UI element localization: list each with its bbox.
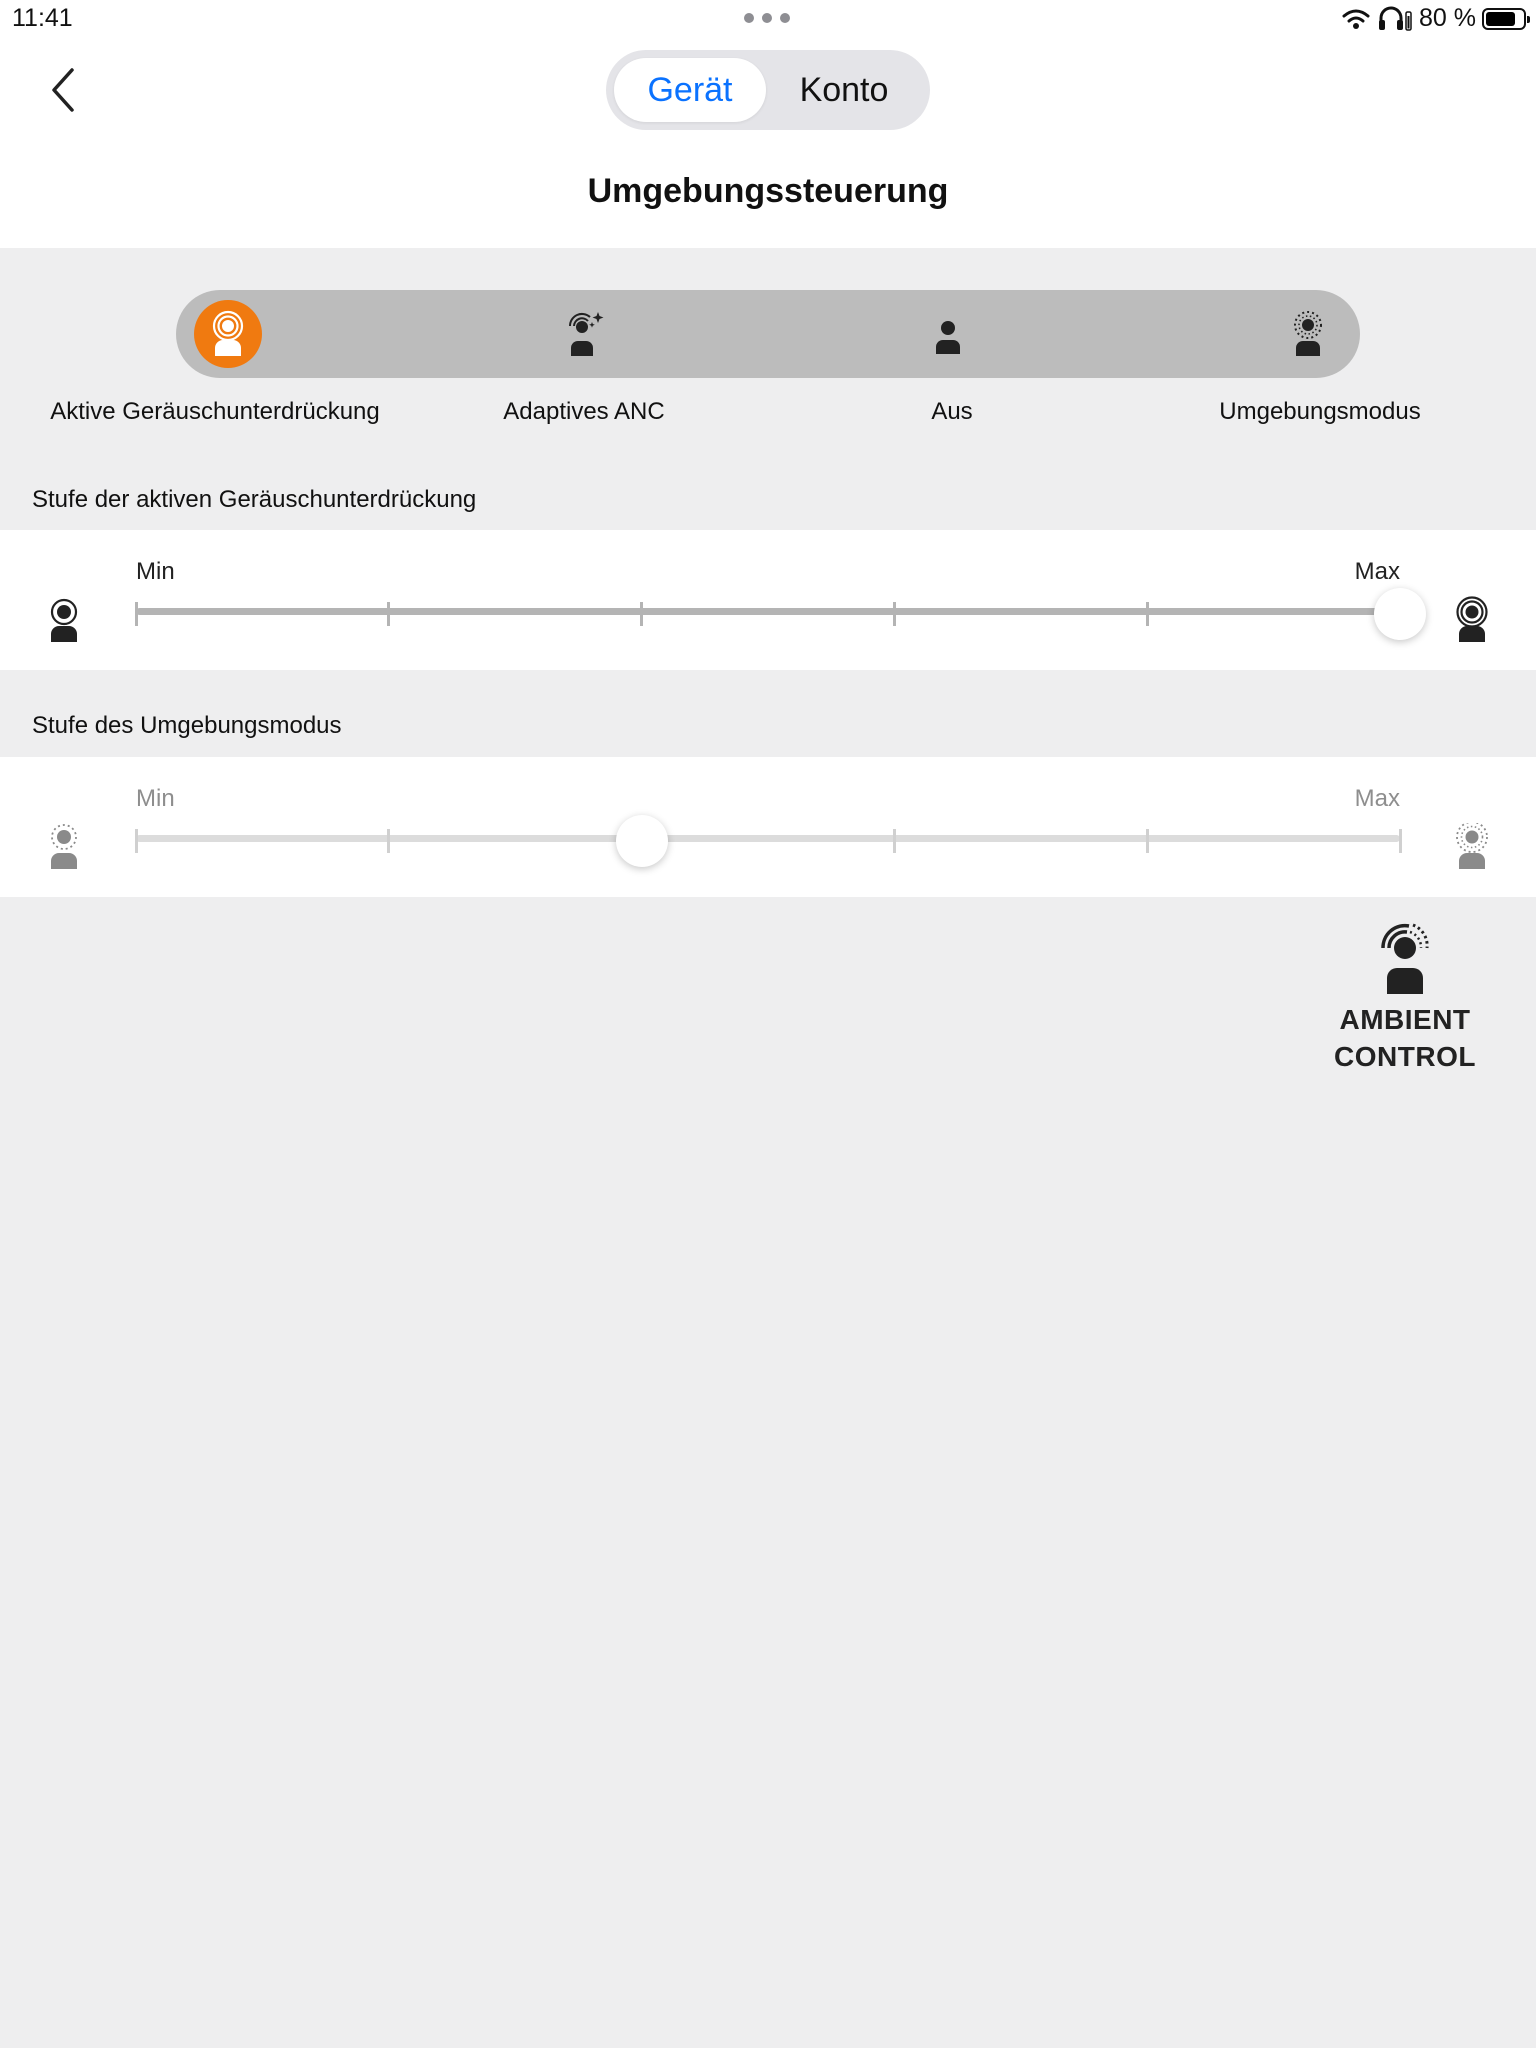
- tab-geraet[interactable]: Gerät: [614, 58, 766, 122]
- anc-icon: [212, 310, 244, 356]
- mode-off-button[interactable]: [904, 290, 992, 378]
- mode-label-adaptive-anc: Adaptives ANC: [503, 398, 665, 425]
- slider-tick: [134, 829, 138, 853]
- anc-level-label: Stufe der aktiven Geräuschunterdrückung: [32, 486, 477, 513]
- anc-level-slider-panel: Min Max: [0, 530, 1536, 670]
- slider-tick: [892, 602, 896, 626]
- ambient-level-label: Stufe des Umgebungsmodus: [32, 712, 342, 739]
- status-indicators: 80 %: [1341, 4, 1530, 33]
- mode-anc-button[interactable]: [184, 290, 272, 378]
- tab-konto[interactable]: Konto: [766, 58, 922, 122]
- mode-label-off: Aus: [931, 398, 973, 425]
- ambient-control-logo-text-1: AMBIENT: [1339, 1004, 1471, 1035]
- ambient-control-logo-icon: [1381, 923, 1429, 994]
- slider-tick: [640, 602, 644, 626]
- slider-tick: [134, 602, 138, 626]
- mode-label-ambient: Umgebungsmodus: [1219, 398, 1421, 425]
- headphones-icon: [1379, 6, 1412, 31]
- anc-max-icon: [1456, 596, 1488, 642]
- ambient-control-logo-text-2: CONTROL: [1334, 1041, 1476, 1072]
- device-account-tabs: Gerät Konto: [606, 50, 930, 130]
- page-title: Umgebungssteuerung: [587, 172, 949, 210]
- battery-icon: [1482, 7, 1530, 30]
- anc-slider-thumb[interactable]: [1374, 588, 1426, 640]
- slider-tick: [1398, 829, 1402, 853]
- ambient-max-label: Max: [1354, 785, 1400, 812]
- app-root: Gerät Konto Umgebungssteuerung 11:41 80 …: [0, 0, 1536, 2048]
- wifi-icon: [1342, 9, 1370, 29]
- ambient-slider-track[interactable]: [136, 835, 1400, 842]
- ambient-max-icon: [1456, 823, 1488, 869]
- slider-tick: [1145, 602, 1149, 626]
- adaptive-anc-icon: [568, 312, 604, 356]
- ambient-icon: [1294, 311, 1322, 356]
- status-bar: 11:41 80 %: [0, 0, 1536, 40]
- mode-adaptive-anc-button[interactable]: [540, 290, 628, 378]
- anc-min-label: Min: [136, 558, 175, 585]
- mode-label-anc: Aktive Geräuschunterdrückung: [50, 398, 380, 425]
- back-button[interactable]: [44, 62, 84, 118]
- mode-ambient-button[interactable]: [1264, 290, 1352, 378]
- mode-selector: [176, 290, 1360, 378]
- ambient-level-slider-panel: Min Max: [0, 757, 1536, 897]
- slider-tick: [387, 829, 391, 853]
- battery-percent: 80 %: [1419, 4, 1476, 32]
- person-icon: [936, 321, 960, 354]
- slider-tick: [387, 602, 391, 626]
- slider-tick: [892, 829, 896, 853]
- slider-tick: [1145, 829, 1149, 853]
- ambient-slider-thumb[interactable]: [615, 815, 668, 867]
- anc-slider-track[interactable]: [136, 608, 1400, 615]
- status-time: 11:41: [12, 4, 73, 32]
- ambient-control-logo: AMBIENT CONTROL: [1320, 916, 1490, 1075]
- chevron-left-icon: [52, 68, 74, 112]
- multitasking-dots-icon[interactable]: [744, 13, 790, 23]
- anc-min-icon: [50, 598, 78, 642]
- ambient-min-label: Min: [136, 785, 175, 812]
- anc-max-label: Max: [1354, 558, 1400, 585]
- ambient-min-icon: [51, 824, 77, 869]
